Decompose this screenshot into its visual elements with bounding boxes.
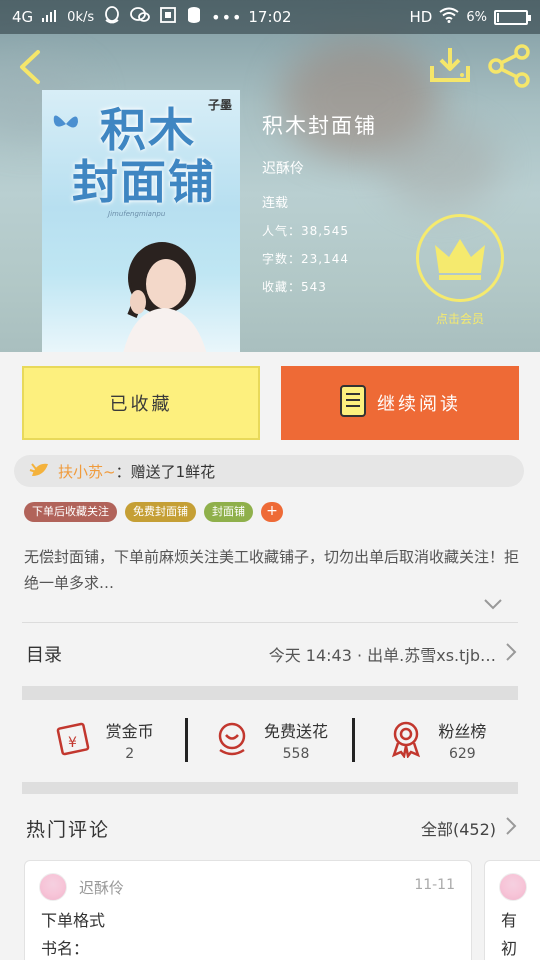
more-icon: ••• xyxy=(211,7,243,27)
section-separator xyxy=(22,686,518,700)
comment-date: 11-11 xyxy=(414,877,455,893)
stat-name: 粉丝榜 xyxy=(438,722,487,741)
comment-text: 有 xyxy=(501,911,518,930)
toc-latest-chapter: 今天 14:43 · 出单.苏雪xs.tjb… xyxy=(268,646,496,665)
book-title: 积木封面铺 xyxy=(262,114,377,138)
chevron-down-icon[interactable] xyxy=(482,596,504,616)
gift-user: 扶小苏~ xyxy=(58,462,116,481)
book-description: 无偿封面铺，下单前麻烦关注美工收藏铺子，切勿出单后取消收藏关注！拒绝一单多求… xyxy=(24,548,520,592)
book-info: 积木封面铺 迟酥伶 连载 人气：38,545 字数：23,144 收藏：543 xyxy=(262,110,377,294)
table-of-contents-row[interactable]: 目录 今天 14:43 · 出单.苏雪xs.tjb… xyxy=(22,624,518,684)
download-icon[interactable] xyxy=(426,44,474,88)
hd-indicator: HD xyxy=(409,8,433,26)
chevron-right-icon xyxy=(504,641,518,667)
book-icon xyxy=(339,384,367,423)
storage-icon xyxy=(186,6,202,28)
chevron-right-icon[interactable] xyxy=(504,815,518,841)
tag-list: 下单后收藏关注 免费封面铺 封面铺 + xyxy=(24,502,283,522)
free-flowers[interactable]: 免费送花 558 xyxy=(188,702,351,778)
avatar[interactable] xyxy=(39,873,67,901)
stat-name: 免费送花 xyxy=(263,722,328,741)
book-status: 连载 xyxy=(262,196,289,211)
battery-icon xyxy=(494,9,531,25)
net-speed: 0k/s xyxy=(67,9,95,25)
stat-value: 629 xyxy=(448,746,476,762)
tag[interactable]: 下单后收藏关注 xyxy=(24,502,117,522)
continue-reading-label: 继续阅读 xyxy=(377,394,461,415)
gift-message: ：赠送了1鲜花 xyxy=(115,462,216,481)
red-envelope-icon: ¥ xyxy=(54,718,94,762)
favorited-button[interactable]: 已收藏 xyxy=(22,366,260,440)
stat-value: 558 xyxy=(282,746,310,762)
gift-notice[interactable]: 扶小苏~：赠送了1鲜花 xyxy=(14,455,524,487)
book-popularity: 人气：38,545 xyxy=(262,224,349,238)
stat-value: 2 xyxy=(125,746,135,762)
screenshot-icon xyxy=(159,6,177,28)
comment-text: 书名： xyxy=(41,939,90,958)
wifi-icon xyxy=(439,7,459,27)
tag[interactable]: 免费封面铺 xyxy=(125,502,196,522)
back-arrow-icon[interactable] xyxy=(12,46,52,86)
book-word-count: 字数：23,144 xyxy=(262,252,349,266)
background-blur xyxy=(380,120,500,210)
battery-percent: 6% xyxy=(466,9,487,25)
favorited-label: 已收藏 xyxy=(109,394,173,415)
comment-text: 初 xyxy=(501,939,518,958)
cover-title: 积木 封面铺 xyxy=(72,104,216,208)
flower-gift-icon xyxy=(28,458,50,484)
reward-coins[interactable]: ¥ 赏金币 2 xyxy=(22,702,185,778)
signal-icon xyxy=(42,8,58,26)
comment-user[interactable]: 迟酥伶 xyxy=(79,877,124,898)
wechat-icon xyxy=(130,6,151,28)
comment-card[interactable]: 迟酥伶 11-11 下单格式 书名： xyxy=(24,860,472,960)
book-cover[interactable]: 子墨 积木 封面铺 Jimufengmianpu xyxy=(42,90,240,352)
share-icon[interactable] xyxy=(486,44,534,88)
cover-portrait-image xyxy=(123,242,207,352)
hot-comments-title: 热门评论 xyxy=(26,818,111,841)
comment-text: 下单格式 xyxy=(41,911,106,930)
section-separator xyxy=(22,782,518,794)
comment-card[interactable]: 有 初 xyxy=(484,860,540,960)
butterfly-decoration xyxy=(53,115,78,128)
stat-name: 赏金币 xyxy=(105,722,154,741)
cover-subtitle: Jimufengmianpu xyxy=(108,210,166,218)
vip-label[interactable]: 点击会员 xyxy=(404,310,516,327)
network-indicator: 4G xyxy=(12,8,34,26)
cover-title-line: 积木 xyxy=(100,103,196,157)
book-author[interactable]: 迟酥伶 xyxy=(262,158,304,178)
divider xyxy=(22,622,518,623)
status-bar: 4G 0k/s ••• 17:02 HD 6% xyxy=(0,0,540,34)
clock: 17:02 xyxy=(248,8,292,26)
add-tag-button[interactable]: + xyxy=(261,502,283,522)
svg-text:¥: ¥ xyxy=(68,735,77,751)
avatar[interactable] xyxy=(499,873,527,901)
battery-fill xyxy=(497,12,499,22)
interaction-stats: ¥ 赏金币 2 免费送花 558 粉丝榜 629 xyxy=(22,702,518,778)
qq-icon xyxy=(103,6,121,28)
book-header: 4G 0k/s ••• 17:02 HD 6% 子墨 积木 封面铺 Jimufe… xyxy=(0,0,540,352)
fan-ranking[interactable]: 粉丝榜 629 xyxy=(355,702,518,778)
medal-icon xyxy=(386,718,426,762)
crown-icon[interactable] xyxy=(416,214,504,302)
flower-icon xyxy=(212,718,252,762)
hot-comments-header: 热门评论 全部(452) xyxy=(22,806,518,850)
book-favorites: 收藏：543 xyxy=(262,280,327,294)
all-comments-link[interactable]: 全部(452) xyxy=(421,816,496,840)
tag[interactable]: 封面铺 xyxy=(204,502,253,522)
cover-title-line: 封面铺 xyxy=(72,155,216,209)
continue-reading-button[interactable]: 继续阅读 xyxy=(281,366,519,440)
toc-label: 目录 xyxy=(26,645,62,666)
